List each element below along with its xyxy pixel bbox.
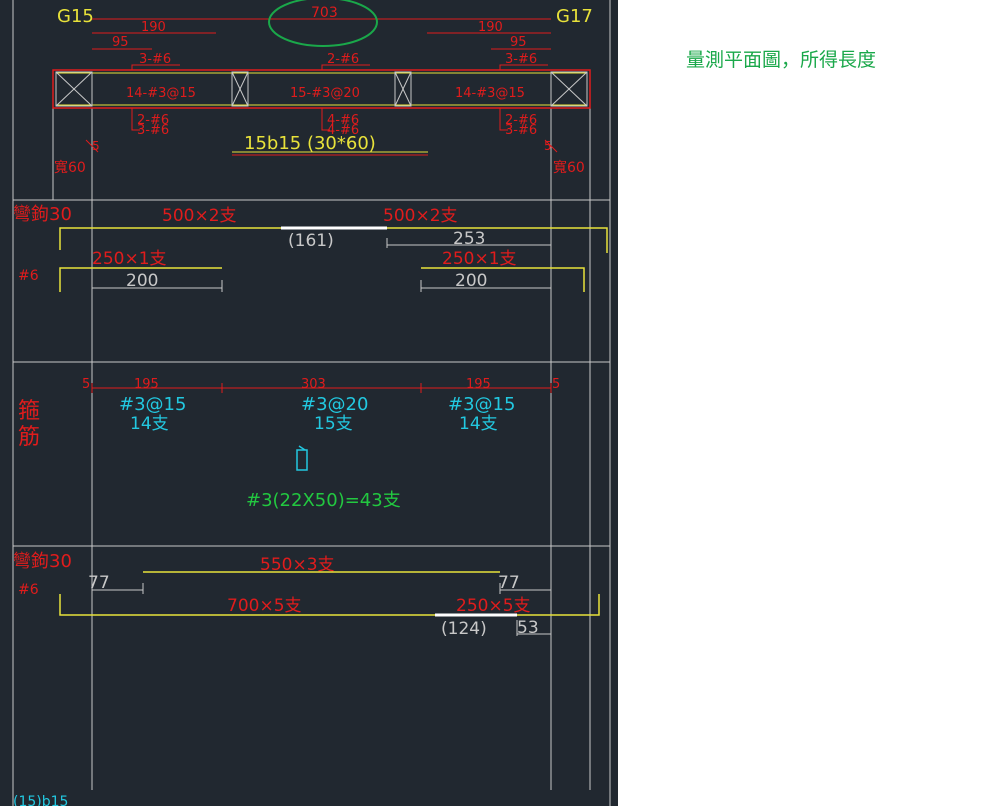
bot-bar-left-2: 3-#6: [137, 123, 169, 138]
section-stirrups-label-2: 筋: [18, 425, 40, 450]
span-total-label: 703: [311, 5, 338, 21]
cad-drawing: G15 G17 703 190 95 190 95 3-#6 2-#6 3-#6: [0, 0, 618, 806]
top-main-right-label: 500×2支: [383, 206, 458, 226]
bot-77-measures: [92, 583, 551, 594]
bot-measure-124: (124): [441, 619, 487, 639]
width-label-left: 寬60: [54, 159, 86, 176]
dim-190-left: 190: [141, 20, 166, 35]
stir-spec-right: #3@15: [448, 394, 515, 415]
stir-spec-left: #3@15: [119, 394, 186, 415]
stir-summary: #3(22X50)=43支: [246, 490, 401, 511]
bot-77-right: 77: [498, 573, 520, 593]
bot-bar-right-2: 3-#6: [505, 123, 537, 138]
top-measure-161: (161): [288, 231, 334, 251]
stirrup-label-right: 14-#3@15: [455, 86, 525, 101]
bot-long-label: 700×5支: [227, 596, 302, 616]
top-measure-253: 253: [453, 229, 485, 249]
bar-size-bottom: #6: [18, 582, 39, 598]
grid-label-right: G17: [556, 6, 593, 27]
top-measure-200-left: 200: [126, 271, 158, 291]
stirrup-shape-icon: [296, 445, 308, 471]
stirrup-label-mid: 15-#3@20: [290, 86, 360, 101]
stirrup-label-left: 14-#3@15: [126, 86, 196, 101]
stir-edge-left: 5: [82, 377, 90, 392]
dim-95-right: 95: [510, 35, 527, 50]
bot-measure-53: 53: [517, 618, 539, 638]
top-extra-left-label: 250×1支: [92, 249, 167, 269]
top-main-left-label: 500×2支: [162, 206, 237, 226]
stir-count-mid: 15支: [314, 414, 353, 434]
dim-95-left: 95: [112, 35, 129, 50]
bar-size-top: #6: [18, 268, 39, 284]
width-label-right: 寬60: [553, 159, 585, 176]
stir-edge-right: 5: [552, 377, 560, 392]
section-stirrups-label: 箍: [18, 399, 40, 424]
bot-77-left: 77: [88, 573, 110, 593]
stir-dim-left: 195: [134, 377, 159, 392]
bot-short-label: 250×5支: [456, 596, 531, 616]
stir-spec-mid: #3@20: [301, 394, 368, 415]
stir-dim-mid: 303: [301, 377, 326, 392]
side-5-left: 5: [92, 139, 100, 153]
measurement-note: 量測平面圖，所得長度: [686, 49, 877, 71]
hook-label-top: 彎鉤30: [13, 204, 72, 225]
callout-leaders-bottom: [131, 108, 508, 131]
footer-beam-label: (15)b15: [13, 794, 68, 806]
dim-190-right: 190: [478, 20, 503, 35]
hook-label-bottom: 彎鉤30: [13, 551, 72, 572]
top-extra-right-label: 250×1支: [442, 249, 517, 269]
stir-dim-right: 195: [466, 377, 491, 392]
top-measure-200-right: 200: [455, 271, 487, 291]
stir-count-left: 14支: [130, 414, 169, 434]
beam-name: 15b15 (30*60): [244, 133, 376, 154]
stir-count-right: 14支: [459, 414, 498, 434]
grid-label-left: G15: [57, 6, 94, 27]
